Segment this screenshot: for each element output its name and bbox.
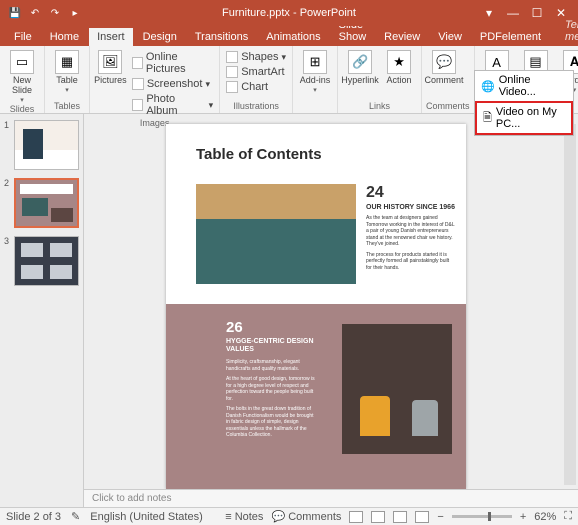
- start-icon[interactable]: ▸: [68, 6, 82, 20]
- sofa-image: [196, 184, 356, 284]
- slide-thumbnails: 1 2 3: [0, 114, 84, 507]
- table-button[interactable]: ▦Table▾: [49, 48, 85, 94]
- pictures-button[interactable]: 🖼Pictures: [94, 48, 127, 86]
- comments-toggle[interactable]: 💬 Comments: [271, 510, 341, 523]
- notes-pane[interactable]: Click to add notes: [84, 489, 578, 507]
- section-24: 24 OUR HISTORY SINCE 1966 As the team at…: [366, 184, 456, 271]
- smartart-button[interactable]: SmartArt: [224, 65, 288, 79]
- addins-button[interactable]: ⊞Add-ins▾: [297, 48, 333, 94]
- slide-title: Table of Contents: [196, 146, 322, 163]
- notes-toggle[interactable]: ≡ Notes: [225, 511, 263, 523]
- tab-transitions[interactable]: Transitions: [187, 28, 256, 46]
- chairs-image: [342, 324, 452, 454]
- thumbnail-1[interactable]: [14, 120, 79, 170]
- tab-pdfelement[interactable]: PDFelement: [472, 28, 549, 46]
- slide-canvas[interactable]: Table of Contents 24 OUR HISTORY SINCE 1…: [166, 124, 466, 489]
- reading-view-button[interactable]: [393, 511, 407, 523]
- zoom-in-button[interactable]: +: [520, 511, 526, 523]
- zoom-slider[interactable]: [452, 515, 512, 518]
- normal-view-button[interactable]: [349, 511, 363, 523]
- thumbnail-3[interactable]: [14, 236, 79, 286]
- spellcheck-icon[interactable]: ✎: [71, 510, 80, 523]
- tab-design[interactable]: Design: [135, 28, 185, 46]
- tell-me[interactable]: Tell me...: [557, 16, 578, 46]
- comment-button[interactable]: 💬Comment: [426, 48, 462, 86]
- tab-insert[interactable]: Insert: [89, 28, 133, 46]
- slide-indicator: Slide 2 of 3: [6, 511, 61, 523]
- language-indicator[interactable]: English (United States): [90, 511, 203, 523]
- undo-icon[interactable]: ↶: [28, 6, 42, 20]
- online-video-item[interactable]: 🌐Online Video...: [475, 71, 573, 101]
- file-icon: 🗎: [483, 109, 492, 128]
- zoom-level[interactable]: 62%: [534, 511, 556, 523]
- zoom-out-button[interactable]: −: [437, 511, 443, 523]
- new-slide-button[interactable]: ▭New Slide▾: [4, 48, 40, 104]
- vertical-scrollbar[interactable]: [564, 124, 576, 485]
- shapes-button[interactable]: Shapes ▾: [224, 50, 288, 64]
- hyperlink-button[interactable]: 🔗Hyperlink: [342, 48, 378, 86]
- min-button[interactable]: —: [506, 6, 520, 20]
- fit-button[interactable]: ⛶: [564, 510, 572, 523]
- redo-icon[interactable]: ↷: [48, 6, 62, 20]
- max-button[interactable]: ☐: [530, 6, 544, 20]
- screenshot-button[interactable]: Screenshot ▾: [130, 77, 215, 91]
- sorter-view-button[interactable]: [371, 511, 385, 523]
- video-on-pc-item[interactable]: 🗎Video on My PC...: [475, 101, 573, 135]
- tab-review[interactable]: Review: [376, 28, 428, 46]
- tab-view[interactable]: View: [430, 28, 470, 46]
- window-title: Furniture.pptx - PowerPoint: [222, 7, 356, 19]
- online-pictures-button[interactable]: Online Pictures: [130, 50, 215, 76]
- thumbnail-2[interactable]: [14, 178, 79, 228]
- ribbon-opts-icon[interactable]: ▾: [482, 6, 496, 20]
- globe-icon: 🌐: [481, 80, 495, 93]
- chart-button[interactable]: Chart: [224, 80, 288, 94]
- action-button[interactable]: ★Action: [381, 48, 417, 86]
- tab-file[interactable]: File: [6, 28, 40, 46]
- video-dropdown: 🌐Online Video... 🗎Video on My PC...: [474, 70, 574, 136]
- tab-animations[interactable]: Animations: [258, 28, 328, 46]
- section-26: 26 HYGGE-CENTRIC DESIGN VALUES Simplicit…: [226, 319, 316, 443]
- save-icon[interactable]: 💾: [8, 6, 22, 20]
- slideshow-view-button[interactable]: [415, 511, 429, 523]
- tab-home[interactable]: Home: [42, 28, 87, 46]
